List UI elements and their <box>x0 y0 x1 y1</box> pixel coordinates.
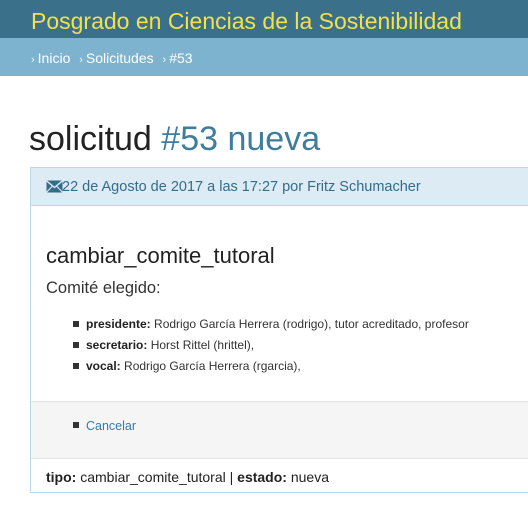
square-bullet-icon <box>73 342 79 348</box>
square-bullet-icon <box>73 321 79 327</box>
panel-header: 22 de Agosto de 2017 a las 17:27 por Fri… <box>31 168 528 206</box>
committee-subtitle: Comité elegido: <box>46 279 161 297</box>
breadcrumb: › Inicio › Solicitudes › #53 <box>0 38 528 76</box>
estado-label: estado: <box>237 469 287 485</box>
member-detail: Rodrigo García Herrera (rodrigo), tutor … <box>154 317 469 331</box>
tipo-label: tipo: <box>46 469 77 485</box>
site-title[interactable]: Posgrado en Ciencias de la Sostenibilida… <box>31 7 462 35</box>
actions-area: Cancelar <box>31 401 528 459</box>
breadcrumb-items: › Inicio › Solicitudes › #53 <box>31 50 198 68</box>
breadcrumb-separator: › <box>79 54 83 66</box>
envelope-icon <box>46 180 63 193</box>
member-detail: Rodrigo García Herrera (rgarcia), <box>124 359 301 373</box>
list-item: vocal: Rodrigo García Herrera (rgarcia), <box>73 356 469 377</box>
cancel-link[interactable]: Cancelar <box>86 418 136 434</box>
breadcrumb-item-current[interactable]: #53 <box>169 50 192 66</box>
estado-value: nueva <box>290 469 329 485</box>
committee-list: presidente: Rodrigo García Herrera (rodr… <box>73 314 469 377</box>
top-header-bar: Posgrado en Ciencias de la Sostenibilida… <box>0 0 528 38</box>
breadcrumb-separator: › <box>31 54 35 66</box>
member-role: presidente: <box>86 317 151 331</box>
breadcrumb-separator: › <box>162 54 167 66</box>
breadcrumb-item-solicitudes[interactable]: Solicitudes <box>86 50 154 66</box>
list-item: secretario: Horst Rittel (hrittel), <box>73 335 469 356</box>
request-status: nueva <box>227 120 321 158</box>
footer-divider: | <box>229 469 234 485</box>
request-type-heading: cambiar_comite_tutoral <box>46 243 275 268</box>
square-bullet-icon <box>73 363 79 369</box>
page-title-word: solicitud <box>29 120 152 158</box>
member-detail: Horst Rittel (hrittel), <box>150 338 255 352</box>
square-bullet-icon <box>73 422 79 428</box>
tipo-value: cambiar_comite_tutoral <box>80 469 226 485</box>
member-role: vocal: <box>86 359 121 373</box>
request-footer: tipo: cambiar_comite_tutoral | estado: n… <box>46 468 329 486</box>
request-panel: 22 de Agosto de 2017 a las 17:27 por Fri… <box>30 167 528 493</box>
list-item: presidente: Rodrigo García Herrera (rodr… <box>73 314 469 335</box>
request-meta: 22 de Agosto de 2017 a las 17:27 por Fri… <box>62 179 421 195</box>
member-role: secretario: <box>86 338 148 352</box>
page-title: solicitud #53 nueva <box>29 119 320 159</box>
request-number: #53 <box>161 120 219 158</box>
breadcrumb-item-inicio[interactable]: Inicio <box>38 50 71 66</box>
